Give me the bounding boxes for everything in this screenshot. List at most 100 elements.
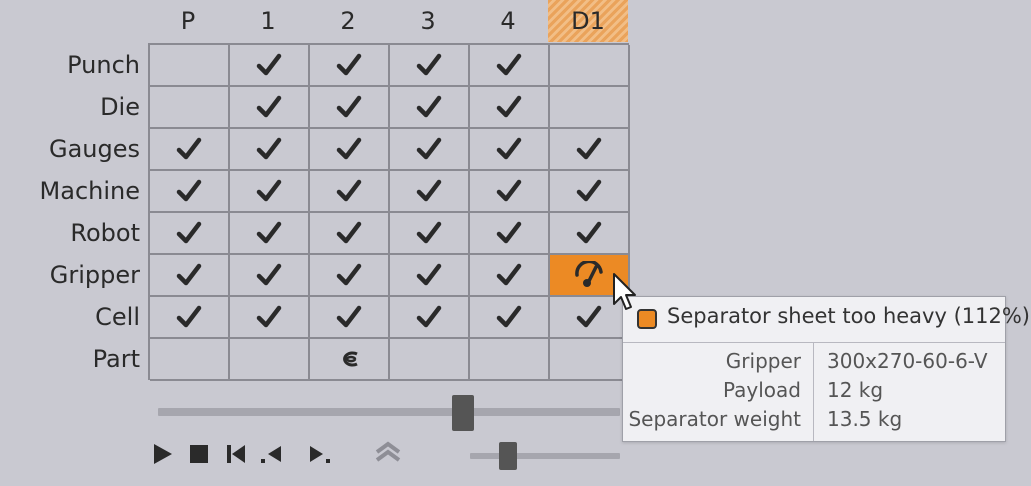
check-icon: [176, 221, 202, 244]
tooltip-value-gripper: 300x270-60-6-V: [827, 349, 988, 373]
cell-robot-p[interactable]: [150, 213, 230, 255]
tooltip-key-payload: Payload: [723, 378, 801, 402]
cell-die-p[interactable]: [150, 87, 230, 129]
cell-gripper-3[interactable]: [390, 255, 470, 297]
column-header-4[interactable]: 4: [468, 0, 548, 42]
cell-machine-1[interactable]: [230, 171, 310, 213]
check-icon: [496, 221, 522, 244]
column-header-3[interactable]: 3: [388, 0, 468, 42]
check-icon: [256, 263, 282, 286]
collapse-up-button[interactable]: [374, 438, 402, 466]
play-icon: [154, 444, 172, 464]
check-icon: [336, 179, 362, 202]
cell-part-1[interactable]: [230, 339, 310, 381]
cell-die-2[interactable]: [310, 87, 390, 129]
cell-gauges-1[interactable]: [230, 129, 310, 171]
cell-die-4[interactable]: [470, 87, 550, 129]
cell-gauges-p[interactable]: [150, 129, 230, 171]
cell-gripper-p[interactable]: [150, 255, 230, 297]
cell-gripper-4[interactable]: [470, 255, 550, 297]
cell-die-1[interactable]: [230, 87, 310, 129]
cell-punch-1[interactable]: [230, 45, 310, 87]
cell-punch-2[interactable]: [310, 45, 390, 87]
cell-gauges-3[interactable]: [390, 129, 470, 171]
check-icon: [496, 263, 522, 286]
check-icon: [496, 179, 522, 202]
tooltip-value-separator-weight: 13.5 kg: [827, 407, 903, 431]
column-header-d1[interactable]: D1: [548, 0, 628, 42]
check-icon: [496, 305, 522, 328]
check-icon: [416, 263, 442, 286]
check-icon: [336, 305, 362, 328]
cell-punch-3[interactable]: [390, 45, 470, 87]
cell-robot-2[interactable]: [310, 213, 390, 255]
tooltip-divider: [623, 342, 1005, 343]
check-icon: [416, 179, 442, 202]
cell-gauges-4[interactable]: [470, 129, 550, 171]
check-icon: [416, 305, 442, 328]
cell-punch-d1[interactable]: [550, 45, 630, 87]
check-icon: [416, 137, 442, 160]
check-icon: [256, 95, 282, 118]
speed-slider-track[interactable]: [470, 453, 620, 459]
skip-back-button[interactable]: [222, 440, 250, 468]
cell-cell-2[interactable]: [310, 297, 390, 339]
cell-cell-4[interactable]: [470, 297, 550, 339]
cell-die-3[interactable]: [390, 87, 470, 129]
cell-machine-p[interactable]: [150, 171, 230, 213]
cell-machine-3[interactable]: [390, 171, 470, 213]
cell-gripper-1[interactable]: [230, 255, 310, 297]
cell-robot-1[interactable]: [230, 213, 310, 255]
status-grid: [148, 43, 630, 381]
cell-machine-4[interactable]: [470, 171, 550, 213]
check-icon: [256, 221, 282, 244]
cell-punch-4[interactable]: [470, 45, 550, 87]
cell-gripper-2[interactable]: [310, 255, 390, 297]
cell-gauges-d1[interactable]: [550, 129, 630, 171]
check-icon: [416, 221, 442, 244]
check-icon: [496, 137, 522, 160]
step-back-button[interactable]: [258, 440, 286, 468]
check-icon: [416, 95, 442, 118]
cell-machine-2[interactable]: [310, 171, 390, 213]
cell-part-d1[interactable]: [550, 339, 630, 381]
stop-button[interactable]: [185, 440, 213, 468]
check-icon: [576, 305, 602, 328]
column-header-p[interactable]: P: [148, 0, 228, 42]
cell-die-d1[interactable]: [550, 87, 630, 129]
timeline-slider-thumb[interactable]: [451, 395, 474, 431]
check-icon: [176, 179, 202, 202]
tooltip-key-separator-weight: Separator weight: [628, 407, 801, 431]
warning-swatch: [637, 309, 657, 329]
row-label-robot: Robot: [70, 219, 140, 247]
check-icon: [176, 263, 202, 286]
cell-robot-4[interactable]: [470, 213, 550, 255]
cell-part-3[interactable]: [390, 339, 470, 381]
cell-punch-p[interactable]: [150, 45, 230, 87]
row-label-punch: Punch: [67, 51, 140, 79]
timeline-slider-track[interactable]: [158, 408, 620, 416]
row-label-part: Part: [92, 345, 140, 373]
cell-part-p[interactable]: [150, 339, 230, 381]
check-icon: [336, 53, 362, 76]
cell-robot-3[interactable]: [390, 213, 470, 255]
column-header-2[interactable]: 2: [308, 0, 388, 42]
speed-slider-thumb[interactable]: [498, 442, 517, 470]
check-icon: [176, 305, 202, 328]
cell-cell-3[interactable]: [390, 297, 470, 339]
cell-part-4[interactable]: [470, 339, 550, 381]
play-button[interactable]: [148, 440, 176, 468]
column-header-1[interactable]: 1: [228, 0, 308, 42]
check-icon: [496, 53, 522, 76]
cell-gauges-2[interactable]: [310, 129, 390, 171]
check-icon: [336, 263, 362, 286]
cell-part-2[interactable]: [310, 339, 390, 381]
check-icon: [496, 95, 522, 118]
cell-cell-1[interactable]: [230, 297, 310, 339]
cell-robot-d1[interactable]: [550, 213, 630, 255]
cell-machine-d1[interactable]: [550, 171, 630, 213]
row-label-gauges: Gauges: [48, 135, 140, 163]
step-forward-button[interactable]: [306, 440, 334, 468]
check-icon: [576, 137, 602, 160]
cell-cell-p[interactable]: [150, 297, 230, 339]
